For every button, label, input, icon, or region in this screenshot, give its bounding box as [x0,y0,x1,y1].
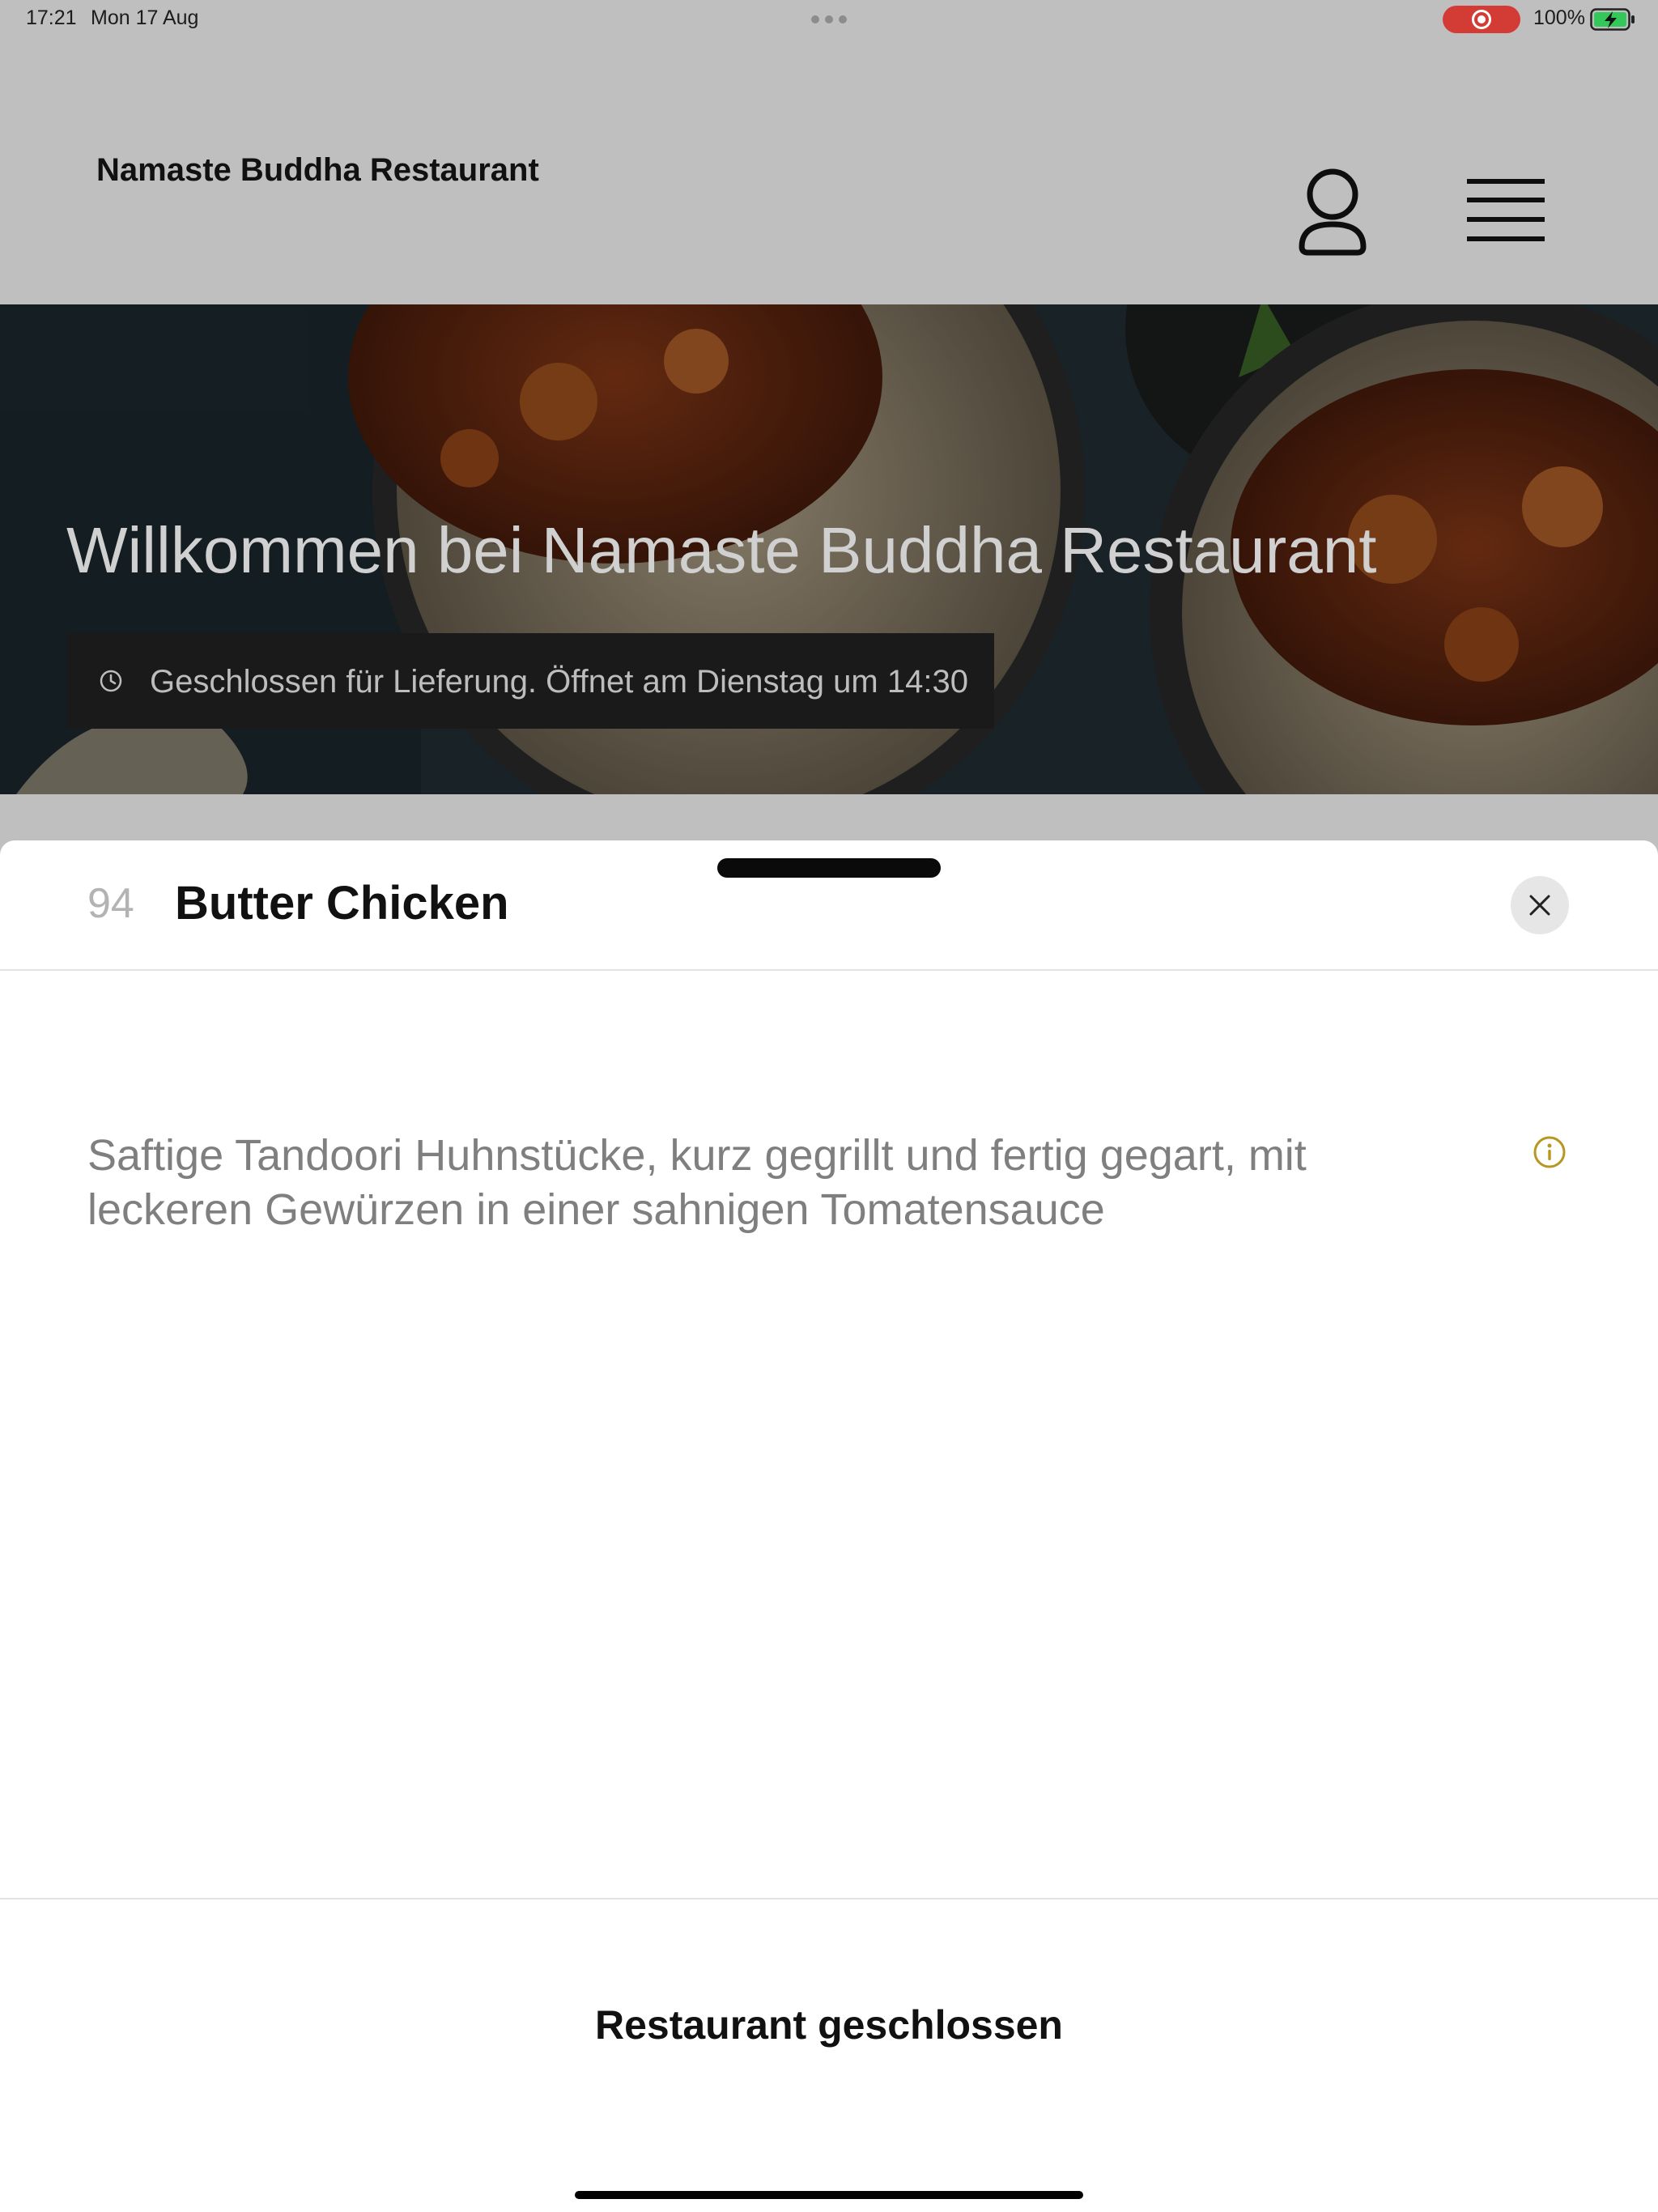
dish-name: Butter Chicken [175,877,509,929]
menu-icon[interactable] [1465,174,1546,247]
multitasking-dots-icon[interactable] [811,15,847,23]
restaurant-title[interactable]: Namaste Buddha Restaurant [96,152,539,189]
status-date: Mon 17 Aug [91,6,199,29]
battery-charging-icon [1590,8,1635,31]
sheet-divider [0,969,1658,971]
hero-title: Willkommen bei Namaste Buddha Restaurant [66,514,1377,586]
dish-number: 94 [87,880,134,927]
status-bar: 17:21 Mon 17 Aug 100% [0,0,1658,40]
close-button[interactable] [1511,876,1569,934]
account-icon[interactable] [1292,166,1373,259]
clock-icon [100,670,122,692]
sheet-grabber[interactable] [717,858,941,878]
site-header: Namaste Buddha Restaurant [0,40,1658,304]
opening-status-text: Geschlossen für Lieferung. Öffnet am Die… [150,664,968,700]
close-icon [1529,895,1550,916]
footer-divider [0,1898,1658,1899]
home-indicator[interactable] [575,2191,1083,2199]
status-time: 17:21 [26,6,77,29]
dish-description: Saftige Tandoori Huhnstücke, kurz gegril… [87,1131,1307,1234]
screen-recording-icon[interactable] [1443,6,1520,33]
battery-percentage: 100% [1533,6,1585,29]
restaurant-closed-label: Restaurant geschlossen [595,2002,1063,2048]
hero-banner: Willkommen bei Namaste Buddha Restaurant… [0,304,1658,794]
dish-detail-sheet: 94 Butter Chicken Saftige Tandoori Huhns… [0,840,1658,2212]
opening-status-banner: Geschlossen für Lieferung. Öffnet am Die… [66,633,994,729]
info-icon[interactable] [1533,1135,1567,1169]
